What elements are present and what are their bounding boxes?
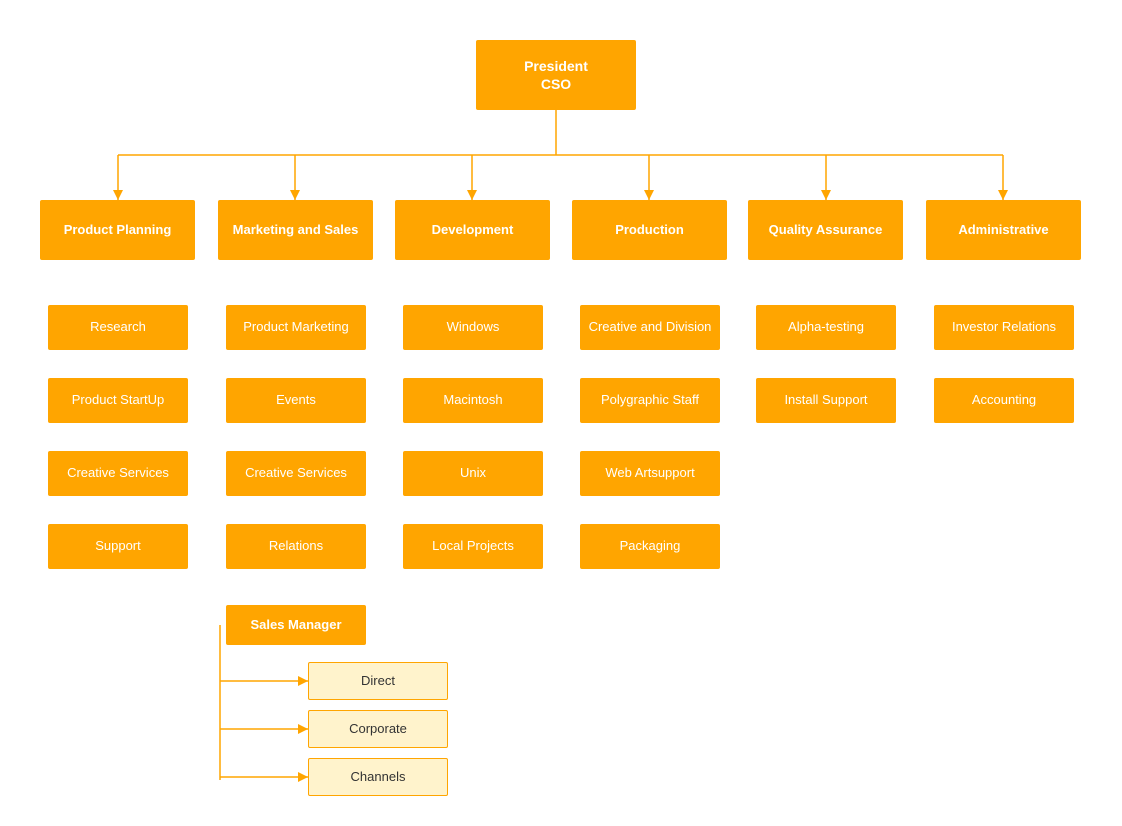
direct-node: Direct <box>308 662 448 700</box>
product-marketing-node: Product Marketing <box>226 305 366 350</box>
unix-node: Unix <box>403 451 543 496</box>
sales-manager-node: Sales Manager <box>226 605 366 645</box>
events-node: Events <box>226 378 366 423</box>
product-startup-node: Product StartUp <box>48 378 188 423</box>
alpha-testing-node: Alpha-testing <box>756 305 896 350</box>
administrative-node: Administrative <box>926 200 1081 260</box>
creative-services-2-node: Creative Services <box>226 451 366 496</box>
install-support-node: Install Support <box>756 378 896 423</box>
research-node: Research <box>48 305 188 350</box>
org-chart: President CSO Product Planning Marketing… <box>0 0 1122 826</box>
channels-node: Channels <box>308 758 448 796</box>
president-node: President CSO <box>476 40 636 110</box>
investor-relations-node: Investor Relations <box>934 305 1074 350</box>
local-projects-node: Local Projects <box>403 524 543 569</box>
support-node: Support <box>48 524 188 569</box>
packaging-node: Packaging <box>580 524 720 569</box>
creative-services-1-node: Creative Services <box>48 451 188 496</box>
quality-assurance-node: Quality Assurance <box>748 200 903 260</box>
polygraphic-staff-node: Polygraphic Staff <box>580 378 720 423</box>
product-planning-node: Product Planning <box>40 200 195 260</box>
creative-division-node: Creative and Division <box>580 305 720 350</box>
web-artsupport-node: Web Artsupport <box>580 451 720 496</box>
president-label: President CSO <box>524 57 588 93</box>
marketing-sales-node: Marketing and Sales <box>218 200 373 260</box>
development-node: Development <box>395 200 550 260</box>
accounting-node: Accounting <box>934 378 1074 423</box>
corporate-node: Corporate <box>308 710 448 748</box>
production-node: Production <box>572 200 727 260</box>
relations-node: Relations <box>226 524 366 569</box>
windows-node: Windows <box>403 305 543 350</box>
macintosh-node: Macintosh <box>403 378 543 423</box>
